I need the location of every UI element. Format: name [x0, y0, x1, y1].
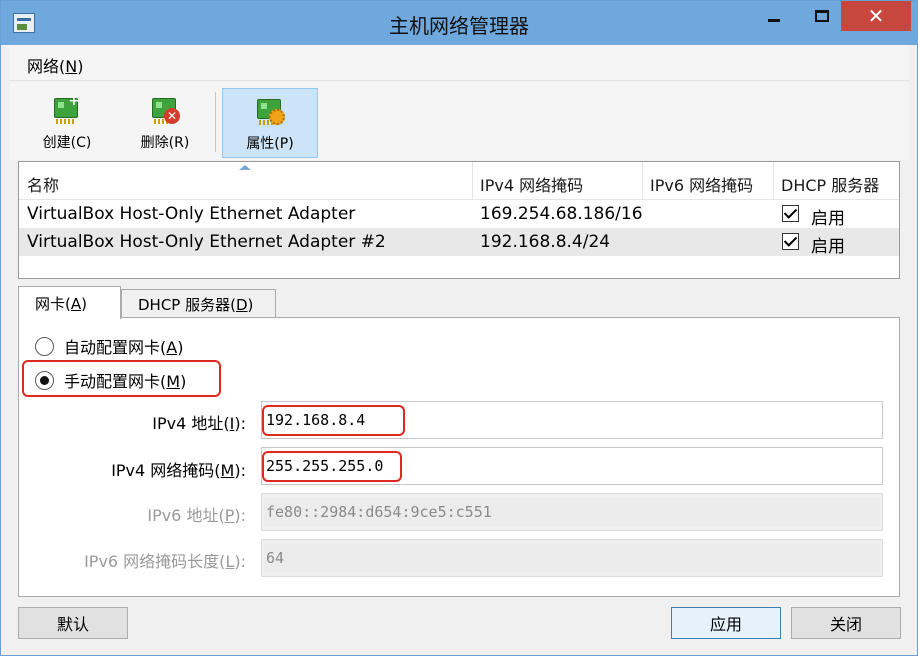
tab-adapter-prefix: 网卡( [35, 295, 71, 313]
adapter-ipv4-mask: 192.168.8.4/24 [480, 232, 611, 252]
close-window-button[interactable]: ✕ [841, 1, 911, 31]
menu-network-prefix: 网络( [27, 57, 66, 76]
ipv6-address-field: fe80::2984:d654:9ce5:c551 [261, 493, 883, 531]
column-divider[interactable] [773, 162, 774, 200]
network-card-add-icon: + [50, 94, 84, 128]
maximize-button[interactable] [799, 1, 845, 31]
dhcp-enabled-checkbox[interactable] [782, 205, 799, 222]
adapter-name: VirtualBox Host-Only Ethernet Adapter #2 [27, 232, 386, 252]
ipv4-address-prefix: IPv4 地址( [152, 414, 230, 433]
auto-config-label: 自动配置网卡(A) [64, 334, 183, 358]
create-button[interactable]: + 创建(C) [19, 88, 115, 158]
minimize-button[interactable] [751, 1, 797, 31]
column-header-dhcp[interactable]: DHCP 服务器 [781, 172, 879, 196]
adapter-ipv4-mask: 169.254.68.186/16 [480, 204, 643, 224]
auto-config-radio-row[interactable]: 自动配置网卡(A) [35, 334, 183, 358]
properties-label: 属性(P) [246, 136, 294, 152]
ipv6-address-value: fe80::2984:d654:9ce5:c551 [266, 503, 492, 521]
column-header-name[interactable]: 名称 [27, 172, 59, 196]
list-header: 名称 IPv4 网络掩码 IPv6 网络掩码 DHCP 服务器 [19, 162, 899, 200]
network-card-remove-icon: ✕ [148, 94, 182, 128]
ipv6-prefix-length-prefix: IPv6 网络掩码长度( [84, 552, 226, 571]
column-header-ipv4-mask[interactable]: IPv4 网络掩码 [480, 172, 583, 196]
tab-dhcp-prefix: DHCP 服务器( [138, 296, 236, 314]
ipv6-address-key: P [224, 506, 235, 525]
sort-ascending-icon [239, 165, 251, 170]
menu-network-suffix: ) [77, 57, 84, 76]
ipv6-prefix-length-field: 64 [261, 539, 883, 577]
close-button[interactable]: 关闭 [791, 607, 901, 639]
adapter-tab-panel: 自动配置网卡(A) 手动配置网卡(M) IPv4 地址(I): 192.168.… [18, 317, 900, 597]
dhcp-enabled-checkbox[interactable] [782, 233, 799, 250]
column-header-ipv6-mask[interactable]: IPv6 网络掩码 [650, 172, 753, 196]
tab-adapter-suffix: ) [81, 295, 87, 313]
manual-config-highlight [22, 360, 221, 397]
tab-dhcp-suffix: ) [247, 296, 254, 314]
tab-dhcp-server[interactable]: DHCP 服务器(D) [121, 289, 276, 318]
adapter-name: VirtualBox Host-Only Ethernet Adapter [27, 204, 356, 224]
create-label: 创建(C) [42, 135, 92, 151]
column-divider[interactable] [642, 162, 643, 200]
delete-button[interactable]: ✕ 删除(R) [117, 88, 213, 158]
host-network-manager-window: 主机网络管理器 ✕ 网络(N) + 创建(C) ✕ 删除(R) 属性(P) 名称… [0, 0, 918, 656]
menu-network-key: N [65, 57, 78, 76]
auto-config-prefix: 自动配置网卡( [64, 338, 167, 357]
ipv4-address-highlight [262, 405, 405, 436]
dhcp-enabled-label: 启用 [811, 237, 845, 257]
ipv4-mask-key: M [220, 461, 235, 480]
minimize-icon [768, 18, 780, 22]
table-row[interactable]: VirtualBox Host-Only Ethernet Adapter #2… [19, 228, 899, 257]
network-card-properties-icon [253, 95, 287, 129]
ipv6-address-prefix: IPv6 地址( [147, 506, 225, 525]
close-icon: ✕ [867, 4, 885, 28]
tab-adapter-key: A [70, 295, 82, 313]
apply-button[interactable]: 应用 [671, 607, 781, 639]
title-bar[interactable]: 主机网络管理器 ✕ [1, 1, 917, 45]
ipv4-address-suffix: ): [234, 414, 246, 433]
ipv6-prefix-length-value: 64 [266, 549, 285, 567]
properties-button[interactable]: 属性(P) [222, 88, 318, 158]
ipv4-address-label: IPv4 地址(I): [152, 410, 246, 434]
delete-label: 删除(R) [140, 135, 190, 151]
column-divider[interactable] [472, 162, 473, 200]
toolbar-separator [215, 92, 216, 152]
auto-config-radio[interactable] [35, 336, 54, 356]
toolbar: + 创建(C) ✕ 删除(R) 属性(P) [9, 82, 909, 160]
tab-dhcp-key: D [235, 296, 248, 314]
table-row[interactable]: VirtualBox Host-Only Ethernet Adapter 16… [19, 200, 899, 229]
ipv6-address-label: IPv6 地址(P): [147, 502, 246, 526]
menu-network[interactable]: 网络(N) [27, 53, 83, 77]
menu-bar: 网络(N) [9, 45, 909, 81]
ipv4-mask-label: IPv4 网络掩码(M): [111, 457, 246, 481]
ipv6-prefix-length-label: IPv6 网络掩码长度(L): [84, 548, 246, 572]
default-button[interactable]: 默认 [18, 607, 128, 639]
tab-adapter[interactable]: 网卡(A) [18, 286, 121, 319]
auto-config-suffix: ) [177, 338, 184, 357]
auto-config-key: A [166, 338, 178, 357]
ipv4-mask-highlight [262, 451, 402, 482]
dhcp-enabled-label: 启用 [811, 209, 845, 229]
maximize-icon [815, 10, 829, 22]
adapter-list[interactable]: 名称 IPv4 网络掩码 IPv6 网络掩码 DHCP 服务器 VirtualB… [18, 161, 900, 279]
ipv4-mask-suffix: ): [234, 461, 246, 480]
ipv6-address-suffix: ): [234, 506, 246, 525]
ipv6-prefix-length-suffix: ): [234, 552, 246, 571]
ipv4-mask-prefix: IPv4 网络掩码( [111, 461, 221, 480]
